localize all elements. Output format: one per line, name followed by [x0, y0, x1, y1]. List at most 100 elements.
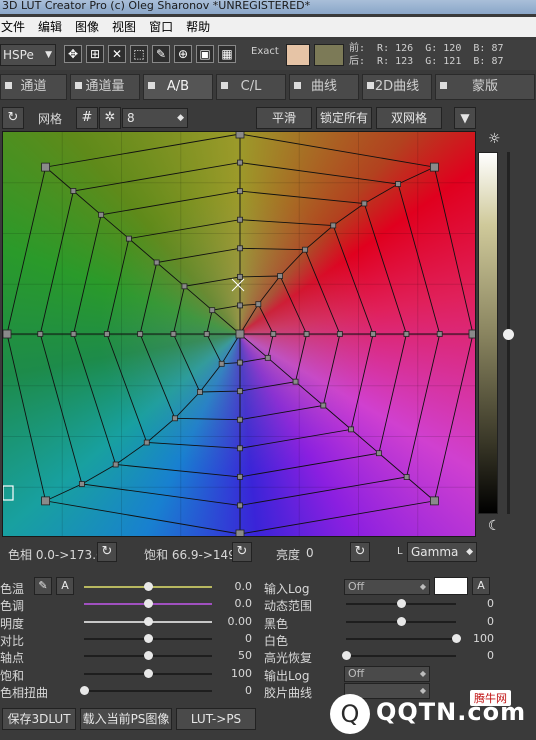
lut-to-ps-button[interactable]: LUT->PS	[176, 708, 256, 730]
move-icon[interactable]: ✥	[64, 45, 82, 63]
grid-node[interactable]	[237, 359, 243, 366]
slider-handle[interactable]	[397, 599, 406, 609]
tab-curves[interactable]: 曲线	[289, 74, 359, 100]
reset-hue-icon[interactable]: ↻	[97, 542, 117, 562]
grid-node[interactable]	[237, 502, 243, 509]
grid-node[interactable]	[197, 389, 203, 395]
grid-node[interactable]	[320, 402, 327, 409]
grid-node[interactable]	[395, 181, 402, 187]
grid-node[interactable]	[277, 273, 283, 279]
grid-node[interactable]	[153, 259, 160, 266]
grid-node[interactable]	[181, 283, 188, 290]
grid-node[interactable]	[98, 211, 105, 218]
refresh-icon[interactable]: ↻	[2, 107, 24, 129]
grid-node[interactable]	[41, 496, 50, 506]
grid-node[interactable]	[292, 378, 299, 385]
slider-track[interactable]	[84, 689, 212, 692]
menu-file[interactable]: 文件	[1, 17, 25, 37]
grid-node[interactable]	[237, 216, 243, 223]
grid-node[interactable]	[468, 329, 476, 339]
slider-track[interactable]	[346, 655, 456, 658]
reset-saturation-icon[interactable]: ↻	[232, 542, 252, 562]
grid-center-node[interactable]	[235, 329, 245, 339]
grid-node[interactable]	[237, 245, 243, 252]
eyedropper-icon[interactable]: ✎	[34, 577, 52, 595]
grid-node[interactable]	[237, 273, 243, 280]
eyedropper-icon[interactable]: ✎	[152, 45, 170, 63]
grid-icon[interactable]: #	[76, 107, 98, 129]
fit-icon[interactable]: ▣	[196, 45, 214, 63]
grid-node[interactable]	[237, 445, 243, 452]
grid-node[interactable]	[41, 162, 50, 172]
auto-button[interactable]: A	[56, 577, 74, 595]
load-ps-image-button[interactable]: 载入当前PS图像	[80, 708, 172, 730]
grid-node[interactable]	[3, 329, 12, 339]
exact-label[interactable]: Exact	[251, 46, 279, 57]
slider-handle[interactable]	[144, 599, 153, 609]
grid-node[interactable]	[137, 331, 144, 337]
slider-handle[interactable]	[342, 651, 351, 661]
grid-node[interactable]	[436, 331, 443, 337]
slider-handle[interactable]	[144, 668, 153, 678]
smooth-button[interactable]: 平滑	[256, 107, 312, 129]
grid-node[interactable]	[237, 388, 243, 395]
slider-handle[interactable]	[144, 582, 153, 591]
slider-handle[interactable]	[144, 651, 153, 661]
table-icon[interactable]: ▦	[218, 45, 236, 63]
menu-image[interactable]: 图像	[75, 17, 99, 37]
dual-grid-button[interactable]: 双网格	[376, 107, 442, 129]
grid-node[interactable]	[237, 302, 243, 309]
output-color-swatch[interactable]	[434, 577, 468, 595]
deformation-grid[interactable]	[3, 132, 476, 537]
menu-help[interactable]: 帮助	[186, 17, 210, 37]
grid-node[interactable]	[235, 132, 245, 139]
grid-node[interactable]	[126, 235, 132, 242]
log-select[interactable]: Off ◆	[344, 579, 430, 595]
grid-select-icon[interactable]: ⊞	[86, 45, 104, 63]
zoom-icon[interactable]: ⊕	[174, 45, 192, 63]
grid-node[interactable]	[237, 188, 243, 195]
grid-node[interactable]	[336, 331, 343, 337]
grid-node[interactable]	[209, 307, 216, 314]
grid-node[interactable]	[37, 331, 44, 337]
auto-log-button[interactable]: A	[472, 577, 490, 595]
shrink-icon[interactable]: ✕	[108, 45, 126, 63]
grid-node[interactable]	[430, 496, 439, 506]
tab-mask[interactable]: 蒙版	[435, 74, 535, 100]
color-model-select[interactable]: HSPe ▼	[0, 44, 56, 66]
grid-node[interactable]	[203, 331, 210, 337]
grid-node[interactable]	[170, 331, 177, 337]
tab-channel-amount[interactable]: 通道量	[70, 74, 140, 100]
grid-node[interactable]	[403, 474, 410, 480]
grid-node[interactable]	[171, 415, 178, 422]
grid-node[interactable]	[112, 461, 119, 468]
grid-node[interactable]	[348, 426, 354, 433]
ab-color-grid-canvas[interactable]	[2, 131, 476, 537]
slider-handle[interactable]	[144, 633, 153, 643]
menu-window[interactable]: 窗口	[149, 17, 173, 37]
gamma-select[interactable]: Gamma ◆	[407, 542, 477, 562]
slider-track[interactable]	[346, 637, 456, 640]
grid-node[interactable]	[218, 360, 225, 367]
grid-size-stepper[interactable]: 8 ◆	[122, 108, 188, 128]
grid-node[interactable]	[361, 200, 368, 207]
grid-node[interactable]	[375, 450, 382, 457]
grid-node[interactable]	[302, 246, 309, 253]
grid-node[interactable]	[430, 162, 439, 172]
grid-node[interactable]	[237, 159, 243, 166]
slider-handle[interactable]	[80, 685, 89, 695]
slider-handle[interactable]	[144, 616, 153, 626]
grid-node[interactable]	[103, 331, 110, 337]
grid-node[interactable]	[70, 331, 77, 337]
menu-edit[interactable]: 编辑	[38, 17, 62, 37]
slider-handle[interactable]	[397, 616, 406, 626]
grid-node[interactable]	[270, 331, 277, 337]
tab-cl[interactable]: C/L	[216, 74, 286, 100]
grid-node[interactable]	[264, 354, 271, 361]
dropdown-arrow-icon[interactable]: ▼	[454, 107, 476, 129]
grid-node[interactable]	[237, 416, 243, 423]
menu-view[interactable]: 视图	[112, 17, 136, 37]
grid-node[interactable]	[237, 473, 243, 480]
log-select[interactable]: Off ◆	[344, 665, 430, 682]
grid-node[interactable]	[330, 222, 337, 229]
